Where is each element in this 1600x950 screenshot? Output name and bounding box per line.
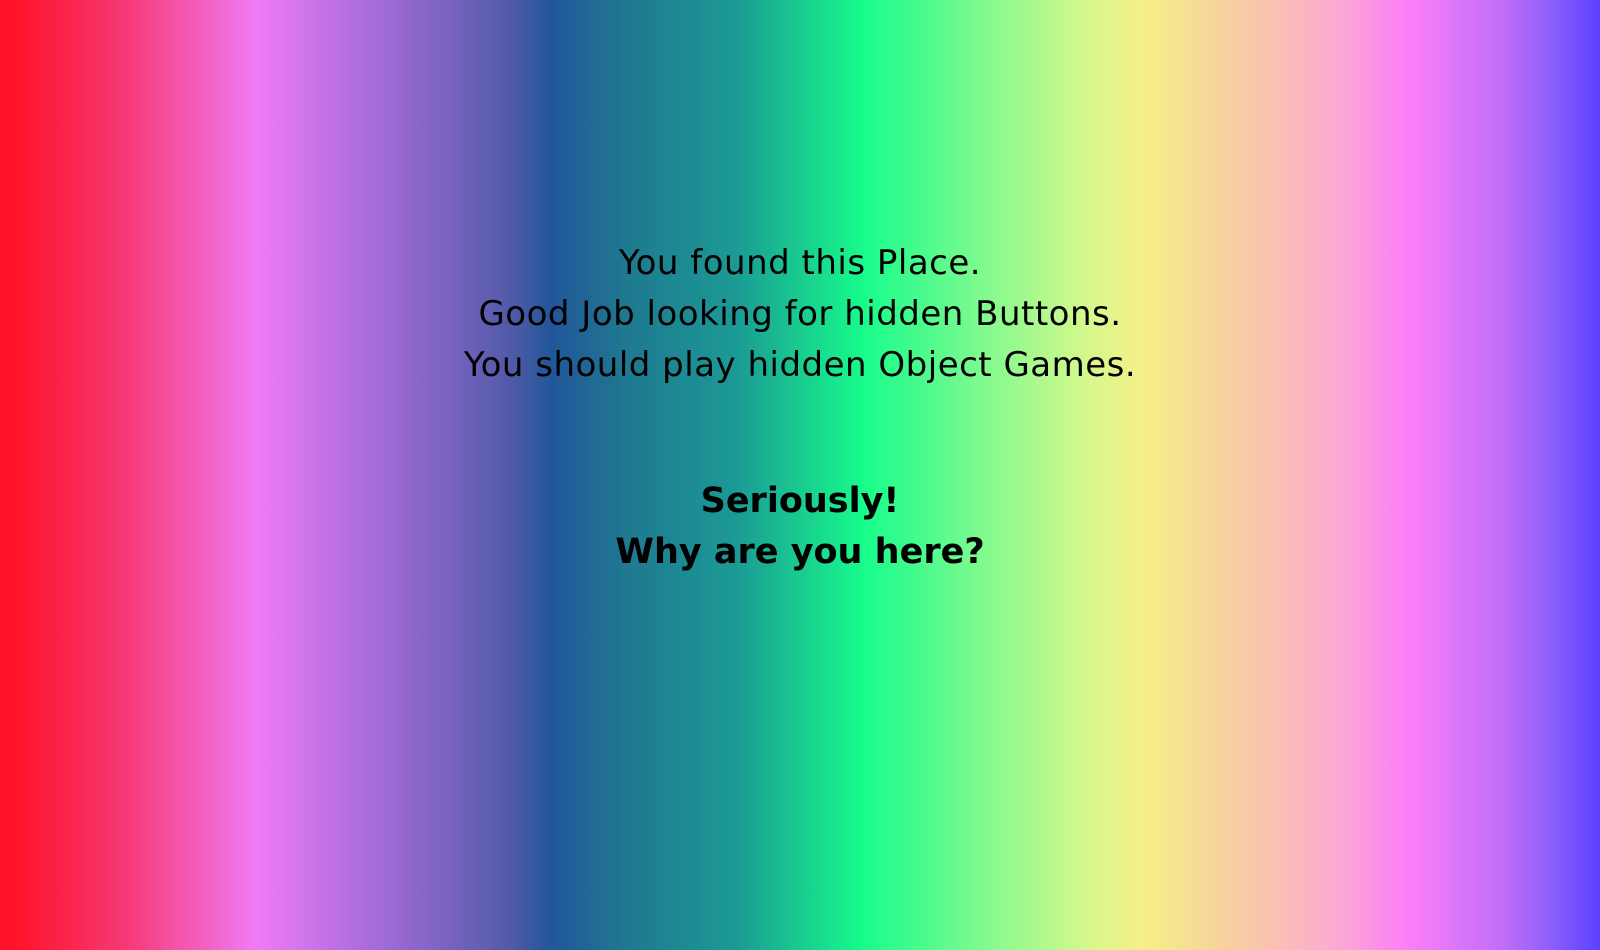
emphasis-line-1: Seriously!	[700, 481, 900, 521]
emphasis-message: Seriously! Why are you here?	[0, 476, 1600, 578]
rainbow-background: You found this Place. Good Job looking f…	[0, 0, 1600, 950]
message-line-2: Good Job looking for hidden Buttons.	[478, 294, 1122, 334]
hidden-message: You found this Place. Good Job looking f…	[0, 238, 1600, 391]
emphasis-line-2: Why are you here?	[615, 532, 985, 572]
message-line-1: You found this Place.	[618, 243, 982, 283]
message-line-3: You should play hidden Object Games.	[463, 345, 1137, 385]
